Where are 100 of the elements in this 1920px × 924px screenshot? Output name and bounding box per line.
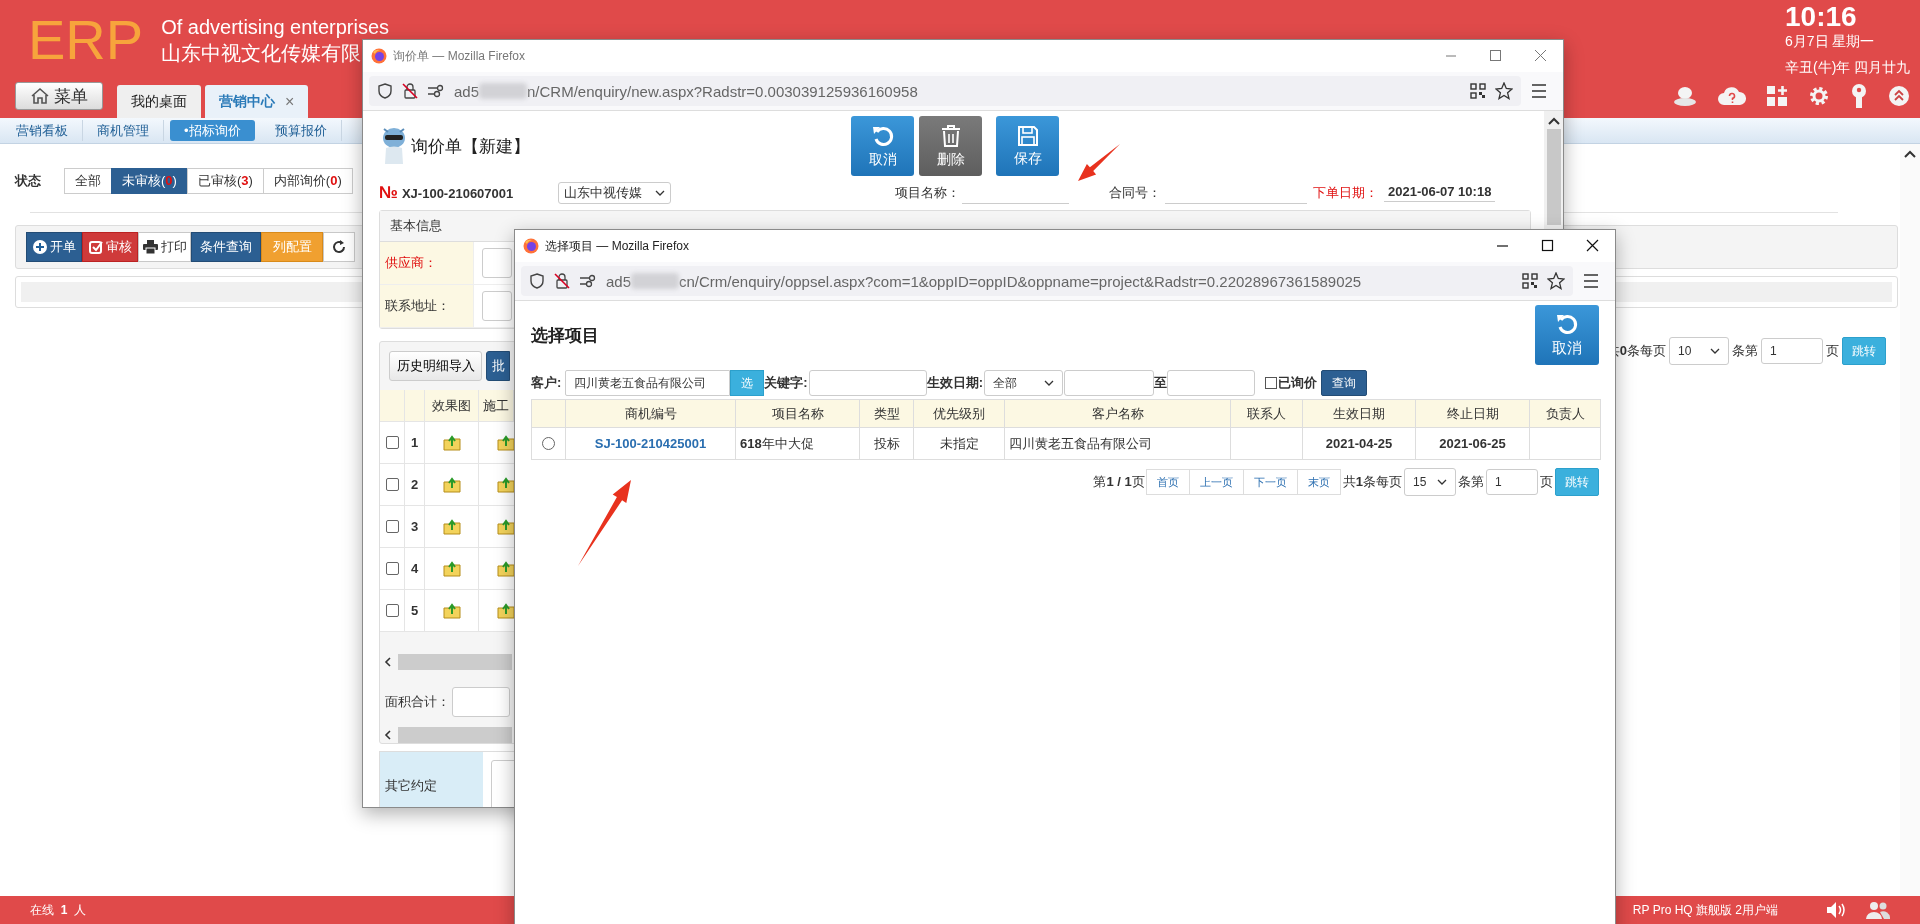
- scrollbar[interactable]: [1900, 144, 1920, 896]
- grid-add-icon[interactable]: [1766, 85, 1788, 107]
- status-tab[interactable]: 全部: [64, 168, 112, 194]
- insecure-lock-icon: [402, 83, 418, 99]
- status-tab[interactable]: 内部询价(0): [262, 168, 353, 194]
- cancel-button[interactable]: 取消: [1535, 305, 1599, 365]
- dialog-title: 选择项目: [531, 324, 599, 347]
- row-checkbox[interactable]: [385, 520, 399, 533]
- customer-label: 客户:: [531, 374, 562, 392]
- folder-upload-icon[interactable]: [496, 602, 515, 619]
- toolbar-button[interactable]: 审核: [82, 232, 138, 262]
- qr-code-icon[interactable]: [1522, 273, 1538, 289]
- pager-button[interactable]: 下一页: [1242, 469, 1298, 495]
- page-field[interactable]: 1: [1761, 338, 1823, 364]
- row-number: 4: [410, 561, 419, 576]
- table-cell: 2021-06-25: [1439, 436, 1506, 451]
- nav-tab[interactable]: 预算报价: [260, 120, 342, 141]
- end-date-field[interactable]: [1167, 370, 1256, 396]
- user-icon[interactable]: [1672, 85, 1698, 107]
- table-cell: 四川黄老五食品有限公司: [1009, 434, 1152, 453]
- input-field[interactable]: [482, 291, 512, 321]
- users-icon[interactable]: [1866, 901, 1890, 919]
- url-text: ad5: [606, 272, 632, 290]
- nav-tab[interactable]: 商机管理: [83, 120, 164, 141]
- settings-icon[interactable]: [1808, 85, 1830, 107]
- folder-upload-icon[interactable]: [496, 518, 515, 535]
- folder-upload-icon[interactable]: [496, 434, 515, 451]
- page-size-select[interactable]: 15: [1404, 468, 1456, 496]
- scroll-up-icon[interactable]: [1547, 117, 1560, 125]
- start-date-field[interactable]: [1064, 370, 1155, 396]
- company-select[interactable]: 山东中视传媒: [558, 182, 671, 204]
- row-checkbox[interactable]: [385, 478, 399, 491]
- folder-upload-icon[interactable]: [442, 560, 461, 577]
- input-field[interactable]: [482, 248, 512, 278]
- collapse-icon[interactable]: [1888, 85, 1910, 107]
- folder-upload-icon[interactable]: [496, 476, 515, 493]
- status-tab[interactable]: 未审核(0): [111, 168, 188, 194]
- nav-tab[interactable]: 营销看板: [2, 120, 83, 141]
- area-total-field[interactable]: [452, 687, 510, 717]
- import-button[interactable]: 历史明细导入: [389, 351, 482, 381]
- scrollbar[interactable]: [384, 727, 512, 743]
- action-button[interactable]: 取消: [851, 116, 914, 176]
- insecure-lock-icon: [554, 273, 570, 289]
- action-button[interactable]: 保存: [996, 116, 1059, 176]
- opportunity-link[interactable]: SJ-100-210425001: [594, 436, 707, 451]
- scroll-up-icon[interactable]: [1904, 150, 1916, 158]
- top-tab[interactable]: 我的桌面: [117, 85, 201, 118]
- status-tab[interactable]: 已审核(3): [186, 168, 264, 194]
- order-date-label: 下单日期：: [1313, 184, 1378, 202]
- folder-upload-icon[interactable]: [442, 602, 461, 619]
- top-tab[interactable]: 营销中心 ×: [205, 85, 309, 118]
- scroll-left-icon[interactable]: [384, 657, 392, 667]
- row-checkbox[interactable]: [385, 562, 399, 575]
- url-text: n/CRM/enquiry/new.aspx?Radstr=0.003039125936160958: [527, 82, 918, 100]
- keyword-field[interactable]: [808, 370, 927, 396]
- redaction-blur: [479, 83, 528, 99]
- pager-button[interactable]: 末页: [1296, 469, 1341, 495]
- toolbar-button[interactable]: 打印: [138, 232, 191, 262]
- query-button[interactable]: 查询: [1321, 370, 1368, 396]
- qr-code-icon[interactable]: [1470, 83, 1486, 99]
- star-icon[interactable]: [1547, 272, 1565, 290]
- scroll-left-icon[interactable]: [384, 730, 392, 740]
- cloud-help-icon[interactable]: [1718, 85, 1746, 107]
- volume-icon[interactable]: [1826, 901, 1848, 919]
- date-label: 生效日期:: [926, 374, 984, 392]
- lunar-date: 辛丑(牛)年 四月廿九: [1785, 58, 1912, 76]
- toolbar-button[interactable]: [323, 232, 355, 262]
- page-field[interactable]: 1: [1486, 469, 1538, 495]
- menu-button[interactable]: 菜单: [15, 82, 103, 110]
- other-terms-field[interactable]: [491, 760, 517, 807]
- refresh-icon: [332, 240, 346, 254]
- date-range-select[interactable]: 全部: [984, 370, 1064, 396]
- star-icon[interactable]: [1495, 82, 1513, 100]
- customer-field[interactable]: 四川黄老五食品有限公司: [565, 370, 731, 396]
- toolbar-button[interactable]: 开单: [26, 232, 82, 262]
- folder-upload-icon[interactable]: [496, 560, 515, 577]
- page-size-select[interactable]: 10: [1669, 337, 1729, 365]
- folder-upload-icon[interactable]: [442, 434, 461, 451]
- floppy-icon: [1016, 124, 1039, 147]
- row-checkbox[interactable]: [385, 436, 399, 449]
- address-bar[interactable]: ad5 n/CRM/enquiry/new.aspx?Radstr=0.003039125936160958: [369, 76, 1521, 106]
- address-bar[interactable]: ad5 cn/Crm/enquiry/oppsel.aspx?com=1&oppID=oppID&oppname=project&Radstr=0.22028967361589025: [521, 266, 1573, 296]
- check-icon: [88, 240, 103, 254]
- tagline: Of advertising enterprises: [161, 15, 390, 40]
- batch-button[interactable]: 批: [486, 351, 510, 381]
- printer-icon: [142, 240, 158, 254]
- nav-tab[interactable]: •招标询价: [170, 120, 255, 141]
- row-radio[interactable]: [542, 437, 555, 450]
- row-checkbox[interactable]: [385, 604, 399, 617]
- scrollbar[interactable]: [384, 654, 512, 670]
- folder-upload-icon[interactable]: [442, 476, 461, 493]
- action-button[interactable]: 删除: [919, 116, 982, 176]
- url-text: ad5: [454, 82, 480, 100]
- pager-button[interactable]: 首页: [1145, 469, 1190, 495]
- pager-button[interactable]: 上一页: [1188, 469, 1244, 495]
- enquired-checkbox[interactable]: 已询价: [1265, 374, 1318, 392]
- toolbar-button[interactable]: 条件查询: [191, 232, 261, 262]
- key-icon[interactable]: [1850, 84, 1868, 108]
- section-title: 基本信息: [390, 217, 442, 235]
- folder-upload-icon[interactable]: [442, 518, 461, 535]
